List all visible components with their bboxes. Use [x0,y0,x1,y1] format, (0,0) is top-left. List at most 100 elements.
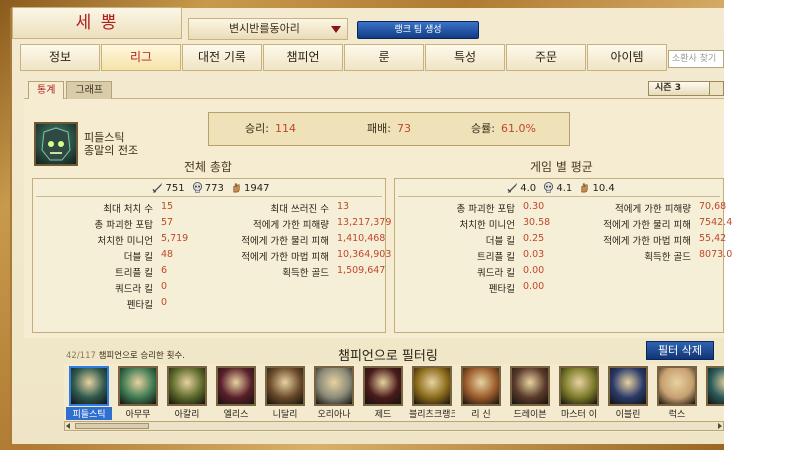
search-input[interactable]: 소환사 찾기 [668,50,724,68]
stat-label: 적에게 가한 마법 피해 [241,252,329,263]
main-tab-7[interactable]: 아이템 [587,44,667,71]
champion-title: 종말의 전조 [84,144,139,157]
overall-title: 전체 총합 [184,160,232,174]
champion-filter-label: 마스터 이 [561,410,597,420]
stat-label: 획득한 골드 [644,252,691,263]
overall-kills: 751 [165,183,185,194]
champion-filter-label: 럭스 [668,410,686,420]
overall-kda-line: 751 773 1947 [33,182,385,194]
champion-icon [608,366,648,406]
champion-filter-item[interactable]: 이블린 [605,366,651,420]
sub-tab-1[interactable]: 그래프 [66,81,113,99]
main-tab-4[interactable]: 룬 [344,44,424,71]
main-tab-3[interactable]: 챔피언 [263,44,343,71]
average-right-row: 적에게 가한 피해량 70,68 [395,201,727,215]
clear-filter-button[interactable]: 필터 삭제 [646,341,714,360]
champion-face-icon [41,127,71,161]
champion-filter-item[interactable]: 아무무 [115,366,161,420]
champion-filter-item[interactable]: 엘리스 [213,366,259,420]
stat-value: 1,509,647 [337,265,386,276]
winrate-label: 승률: [471,122,495,135]
champion-filter-item[interactable]: 제드 [360,366,406,420]
champion-filter-item[interactable]: 아칼리 [164,366,210,420]
champion-icon [69,366,109,406]
champion-filter-item[interactable]: 리 신 [458,366,504,420]
sub-tab-0[interactable]: 통계 [28,81,65,99]
scroll-left-icon[interactable] [66,423,70,429]
champion-strip-scrollbar[interactable] [64,421,724,431]
main-tab-5[interactable]: 특성 [425,44,505,71]
champion-filter-label: 아칼리 [174,410,200,420]
stat-label: 적에게 가한 피해량 [253,220,329,231]
main-tab-6[interactable]: 주문 [506,44,586,71]
champion-filter-label: 엘리스 [223,410,249,420]
champion-filter-label: 제드 [374,410,392,420]
summoner-select[interactable]: 변시반를동아리 [188,18,348,40]
win-loss-summary: 승리: 114 패배: 73 승률: 61.0% [208,112,570,146]
overall-right-row: 최대 쓰러진 수 13 [33,201,385,215]
champion-icon [167,366,207,406]
scroll-right-icon[interactable] [718,423,722,429]
stat-value: 13,217,379 [337,217,392,228]
overall-deaths: 773 [204,183,224,194]
summoner-name: 세 뽕 [12,7,182,39]
average-kda-line: 4.0 4.1 10.4 [395,182,723,194]
average-title: 게임 별 평균 [530,160,593,174]
create-rank-team-button[interactable]: 랭크 팀 생성 [357,21,479,39]
champion-filter-item[interactable]: 니달리 [262,366,308,420]
overall-right-row: 적에게 가한 마법 피해 10,364,903 [33,249,391,263]
stat-label: 적에게 가한 피해량 [615,204,691,215]
losses-value: 73 [397,122,411,135]
champion-filter-item[interactable]: 피들스틱 [66,366,112,420]
stat-value: 0 [161,281,168,292]
scrollbar-thumb[interactable] [75,423,149,429]
champion-filter-label: 이블린 [615,410,641,420]
losses-label: 패배: [367,122,391,135]
main-tab-1[interactable]: 리그 [101,44,181,71]
season-select-value: 시즌 3 [655,83,681,93]
average-assists: 10.4 [592,183,615,194]
champion-filter-item[interactable]: 블리츠크랭크 [409,366,455,420]
champion-filter-item[interactable]: 오리아나 [311,366,357,420]
winrate-value: 61.0% [501,122,536,135]
stat-label: 적에게 가한 물리 피해 [603,220,691,231]
champion-filter-label: 오리아나 [317,410,351,420]
stat-label: 쿼드라 킬 [477,268,515,279]
stat-label: 펜타킬 [488,284,515,295]
sword-icon [152,182,163,193]
champion-filter-item[interactable] [703,366,724,407]
average-stats-panel: 4.0 4.1 10.4 총 파괴한 포탑 0.30 처치한 미니언 30.58 더블 … [394,178,732,333]
stat-label: 적에게 가한 물리 피해 [241,236,329,247]
champion-icon [412,366,452,406]
main-tab-0[interactable]: 정보 [20,44,100,71]
filter-hint-text: 챔피언으로 승리한 횟수. [98,351,185,361]
champion-filter-label: 니달리 [272,410,298,420]
main-tab-2[interactable]: 대전 기록 [182,44,262,71]
skull-icon [544,182,554,193]
champion-filter-item[interactable]: 드레이븐 [507,366,553,420]
champion-icon [216,366,256,406]
average-left-row: 펜타킬 0.00 [395,281,723,295]
average-right-row: 적에게 가한 물리 피해 7542.4 [395,217,732,231]
stat-value: 0 [161,297,168,308]
overall-right-row: 획득한 골드 1,509,647 [33,265,385,279]
overall-left-row: 쿼드라 킬 0 [33,281,385,295]
champion-portrait [34,122,78,166]
overall-right-row: 적에게 가한 피해량 13,217,379 [33,217,391,231]
overall-assists: 1947 [244,183,270,194]
champion-icon [118,366,158,406]
champion-filter-label: 드레이븐 [513,410,547,420]
champion-icon [657,366,697,406]
champion-name-line1: 피들스틱 [84,131,125,144]
champion-filter-item[interactable]: 럭스 [654,366,700,420]
champion-filter-item[interactable]: 마스터 이 [556,366,602,420]
overall-right-row: 적에게 가한 물리 피해 1,410,468 [33,233,385,247]
stat-label: 펜타킬 [126,300,153,311]
champion-icon [314,366,354,406]
season-select[interactable]: 시즌 3 [648,81,724,96]
stat-value: 70,68 [699,201,727,212]
stat-value: 13 [337,201,350,212]
main-tab-bar: 정보 리그 대전 기록 챔피언 룬 특성 주문 아이템 [20,44,668,71]
stat-label: 적에게 가한 마법 피해 [603,236,691,247]
wins-label: 승리: [245,122,269,135]
